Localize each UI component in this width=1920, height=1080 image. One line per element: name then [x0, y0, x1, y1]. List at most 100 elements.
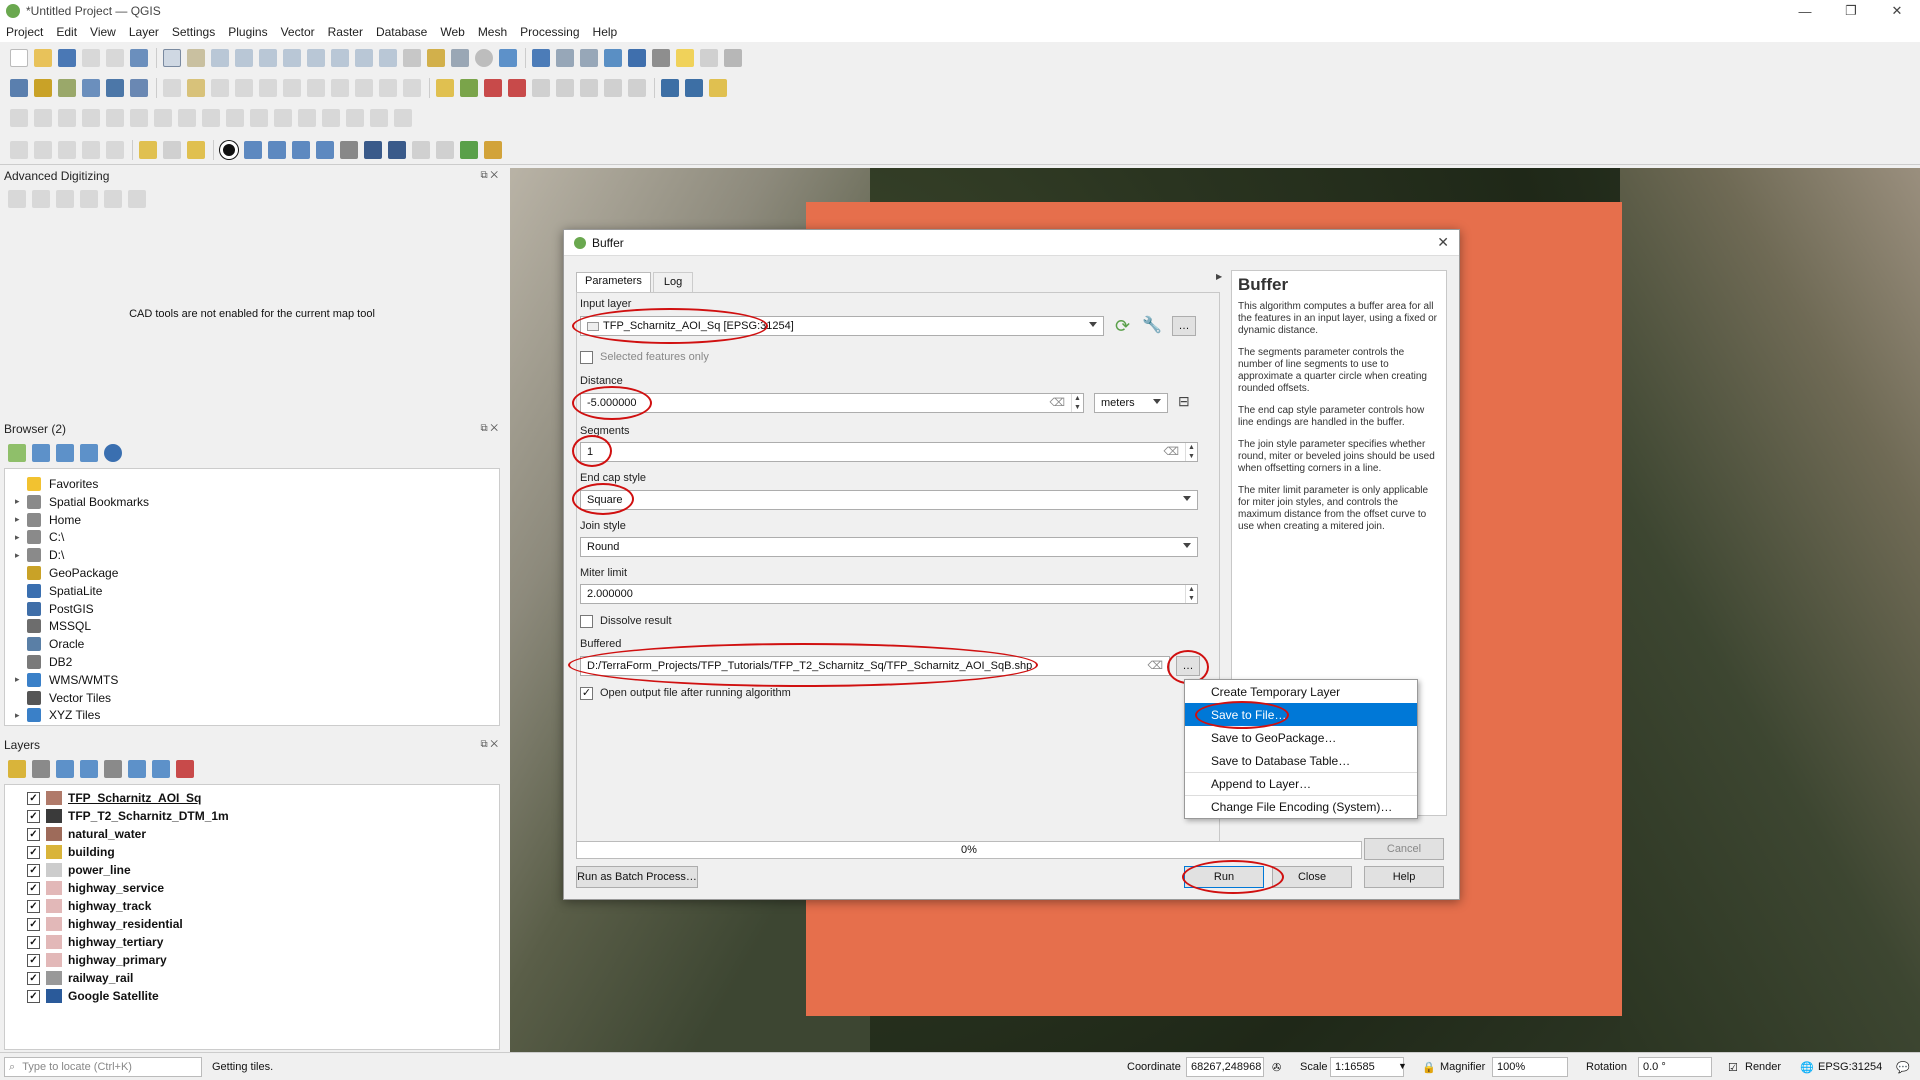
select-by-value-icon[interactable]: [34, 140, 52, 159]
dock-buttons[interactable]: ⧉ ✕: [480, 170, 498, 181]
browser-item[interactable]: PostGIS: [15, 600, 94, 618]
add-group-icon[interactable]: [32, 760, 50, 778]
menu-raster[interactable]: Raster: [328, 25, 363, 39]
layout-manager-icon[interactable]: [106, 49, 124, 67]
select-rectangle-icon[interactable]: [139, 140, 157, 159]
label-diagram-icon[interactable]: [604, 79, 622, 97]
join-style-combo[interactable]: Round: [580, 537, 1198, 557]
advanced-edit-11-icon[interactable]: [250, 109, 268, 127]
collapse-all-layers-icon[interactable]: [152, 760, 170, 778]
menu-plugins[interactable]: Plugins: [228, 25, 267, 39]
crs-globe-icon[interactable]: 🌐: [1800, 1061, 1814, 1074]
iterate-icon[interactable]: ⟳: [1115, 316, 1135, 336]
save-edits-icon[interactable]: [211, 79, 229, 97]
remove-layer-icon[interactable]: [176, 760, 194, 778]
layer-visibility-checkbox[interactable]: ✓: [27, 791, 40, 805]
open-output-checkbox[interactable]: ✓: [580, 687, 593, 700]
menu-layer[interactable]: Layer: [129, 25, 159, 39]
spin-arrows-icon[interactable]: ▲ ▼: [1071, 394, 1083, 412]
clear-icon[interactable]: ⌫: [1049, 396, 1065, 409]
filter-browser-icon[interactable]: [56, 444, 74, 462]
browser-item[interactable]: Oracle: [15, 635, 84, 653]
layer-visibility-checkbox[interactable]: ✓: [27, 917, 40, 931]
temporal-controller-icon[interactable]: [475, 49, 493, 67]
new-shapefile-layer-icon[interactable]: [58, 79, 76, 97]
field-calculator-icon[interactable]: [580, 49, 598, 67]
manage-visibility-icon[interactable]: [56, 760, 74, 778]
label-show-hide-icon[interactable]: [508, 79, 526, 97]
output-browse-button[interactable]: …: [1176, 656, 1200, 676]
select-expression-icon[interactable]: [163, 140, 181, 159]
processing-toolbox-icon[interactable]: [604, 49, 622, 67]
advanced-edit-8-icon[interactable]: [178, 109, 196, 127]
miter-limit-input[interactable]: 2.000000 ▲ ▼: [580, 584, 1198, 604]
data-defined-override-icon[interactable]: ⊟: [1178, 393, 1198, 413]
spin-arrows-icon[interactable]: ▲ ▼: [1185, 585, 1197, 603]
rotation-field[interactable]: 0.0 °: [1638, 1057, 1712, 1077]
layer-item[interactable]: ✓ TFP_T2_Scharnitz_DTM_1m: [15, 807, 229, 825]
magnifier-field[interactable]: 100%: [1492, 1057, 1568, 1077]
new-project-icon[interactable]: [10, 49, 28, 67]
browser-item[interactable]: ▸ Home: [15, 511, 81, 529]
expand-arrow-icon[interactable]: ▸: [15, 710, 27, 721]
label-properties-icon[interactable]: [628, 79, 646, 97]
add-selected-icon[interactable]: [8, 444, 26, 462]
browser-dock-buttons[interactable]: ⧉ ✕: [480, 423, 498, 434]
coordinate-toggle-icon[interactable]: ✇: [1272, 1061, 1281, 1074]
attribute-table-icon[interactable]: [556, 49, 574, 67]
expand-arrow-icon[interactable]: ▸: [15, 514, 27, 525]
select-location-icon[interactable]: [187, 140, 205, 159]
layer-item[interactable]: ✓ Google Satellite: [15, 987, 159, 1005]
expand-all-icon[interactable]: [128, 760, 146, 778]
layer-item[interactable]: ✓ natural_water: [15, 825, 146, 843]
input-layer-browse-button[interactable]: …: [1172, 316, 1196, 336]
georeferencer-icon[interactable]: [460, 140, 478, 159]
current-edits-icon[interactable]: [163, 79, 181, 97]
refresh-browser-icon[interactable]: [32, 444, 50, 462]
crs-label[interactable]: EPSG:31254: [1818, 1061, 1882, 1073]
advanced-edit-12-icon[interactable]: [274, 109, 292, 127]
distance-unit-combo[interactable]: meters: [1094, 393, 1168, 413]
batch-process-button[interactable]: Run as Batch Process…: [576, 866, 698, 888]
selected-only-checkbox[interactable]: [580, 351, 593, 364]
show-bookmarks-icon[interactable]: [451, 49, 469, 67]
undo-icon[interactable]: [379, 79, 397, 97]
select-all-icon[interactable]: [82, 140, 100, 159]
label-rotate-icon[interactable]: [556, 79, 574, 97]
browser-item[interactable]: DB2: [15, 653, 72, 671]
layer-visibility-checkbox[interactable]: ✓: [27, 899, 40, 913]
locate-input[interactable]: ⌕ Type to locate (Ctrl+K): [4, 1057, 202, 1077]
advanced-edit-13-icon[interactable]: [298, 109, 316, 127]
browser-item[interactable]: GeoPackage: [15, 564, 118, 582]
advanced-edit-15-icon[interactable]: [346, 109, 364, 127]
map-tips-icon[interactable]: [676, 49, 694, 67]
self-snapping-icon[interactable]: [388, 140, 406, 159]
menu-item-create-temporary-layer[interactable]: Create Temporary Layer: [1185, 680, 1417, 703]
expand-arrow-icon[interactable]: ▸: [15, 496, 27, 507]
data-source-manager-icon[interactable]: [10, 79, 28, 97]
buffered-output-input[interactable]: D:/TerraForm_Projects/TFP_Tutorials/TFP_…: [580, 656, 1170, 676]
advanced-edit-10-icon[interactable]: [226, 109, 244, 127]
layer-item[interactable]: ✓ highway_tertiary: [15, 933, 163, 951]
menu-edit[interactable]: Edit: [56, 25, 77, 39]
menu-mesh[interactable]: Mesh: [478, 25, 507, 39]
layer-visibility-checkbox[interactable]: ✓: [27, 881, 40, 895]
grass-icon[interactable]: [484, 140, 502, 159]
browser-item[interactable]: Favorites: [15, 475, 98, 493]
zoom-layer-icon[interactable]: [307, 49, 325, 67]
invert-selection-icon[interactable]: [106, 140, 124, 159]
browser-item[interactable]: ▸ C:\: [15, 528, 64, 546]
layer-item[interactable]: ✓ highway_service: [15, 879, 164, 897]
expand-arrow-icon[interactable]: ▸: [15, 674, 27, 685]
menu-project[interactable]: Project: [6, 25, 43, 39]
digitize-circle-icon[interactable]: [220, 140, 238, 159]
browser-item[interactable]: MSSQL: [15, 617, 91, 635]
menu-vector[interactable]: Vector: [281, 25, 315, 39]
snapping-settings-icon[interactable]: [412, 140, 430, 159]
browser-item[interactable]: SpatiaLite: [15, 582, 102, 600]
layer-item[interactable]: ✓ power_line: [15, 861, 131, 879]
python-console-icon[interactable]: [709, 79, 727, 97]
menu-database[interactable]: Database: [376, 25, 427, 39]
select-features-icon[interactable]: [10, 140, 28, 159]
render-checkbox[interactable]: ☑: [1728, 1061, 1738, 1074]
